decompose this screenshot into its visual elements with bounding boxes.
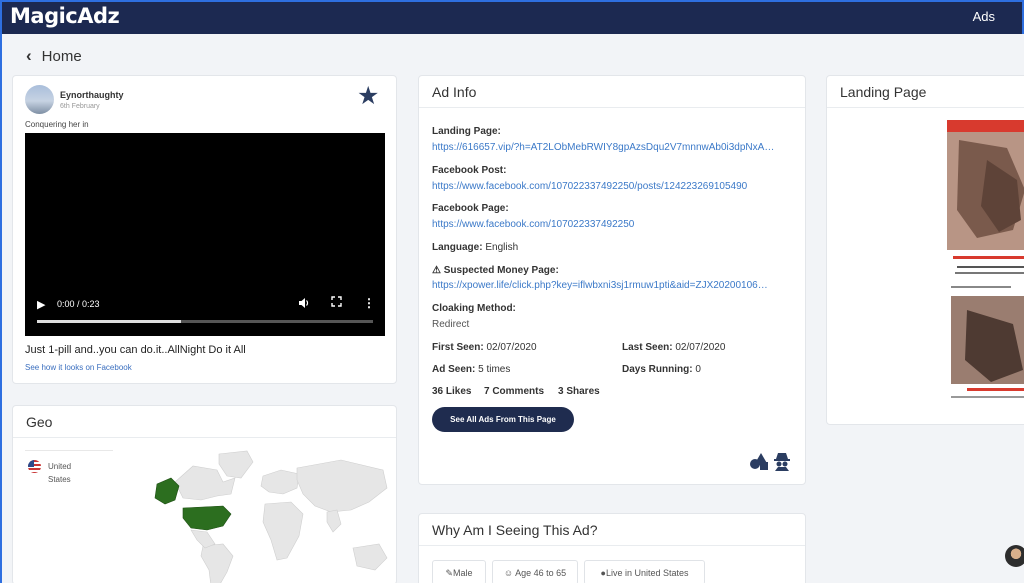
more-options-icon[interactable]: ⋮ [363,296,375,310]
money-page-link[interactable]: https://xpower.life/click.php?key=iflwbx… [432,280,794,291]
cloaking-value: Redirect [432,319,470,330]
days-running-value: 0 [695,364,701,375]
language-label: Language: [432,242,483,253]
ad-seen-row: Ad Seen: 5 times [432,364,510,375]
see-all-ads-button[interactable]: See All Ads From This Page [432,407,574,432]
us-flag-icon [28,460,41,473]
facebook-post-link[interactable]: https://www.facebook.com/107022337492250… [432,181,794,192]
person-icon: ☺ [503,568,514,578]
india-shape [326,509,342,533]
landing-page-link[interactable]: https://616657.vip/?h=AT2LObMebRWIY8gpAz… [432,142,794,153]
days-running-label: Days Running: [622,364,693,375]
comments-count: 7 Comments [484,386,545,397]
fullscreen-icon[interactable] [331,296,342,310]
money-page-label: Suspected Money Page: [443,265,559,276]
last-seen-label: Last Seen: [622,342,673,353]
video-player[interactable]: ▶ 0:00 / 0:23 ⋮ [25,133,385,336]
chip-age: ☺ Age 46 to 65 [492,560,578,583]
post-text: Just 1-pill and..you can do.it..AllNight… [25,344,246,356]
why-seeing-card: Why Am I Seeing This Ad? ✎Male ☺ Age 46 … [418,513,806,583]
facebook-page-label: Facebook Page: [432,203,509,214]
last-seen-value: 02/07/2020 [675,342,726,353]
facebook-preview-link[interactable]: See how it looks on Facebook [25,363,132,372]
frame-border [0,34,2,583]
last-seen-row: Last Seen: 02/07/2020 [622,342,725,353]
shapes-icon[interactable] [749,451,769,471]
language-value: English [485,242,519,253]
volume-icon[interactable] [298,297,310,312]
africa-shape [262,501,304,561]
landing-preview-image [947,120,1024,398]
spy-tools [749,451,792,471]
world-map[interactable] [131,448,393,583]
chip-location: ●Live in United States [584,560,705,583]
usa-shape [182,505,232,531]
divider [25,450,113,451]
video-time: 0:00 / 0:23 [57,299,100,309]
language-row: Language: English [432,242,518,253]
chip-gender-label: Male [453,568,473,578]
ad-info-card: Ad Info Landing Page: https://616657.vip… [418,75,806,485]
video-progress-track[interactable] [37,320,373,323]
ad-info-title: Ad Info [419,76,805,108]
play-icon[interactable]: ▶ [37,298,45,311]
facebook-post-label: Facebook Post: [432,165,507,176]
mexico-shape [190,529,216,549]
geo-card: Geo United States [12,405,397,583]
nav-ads-link[interactable]: Ads [973,9,995,24]
chip-gender: ✎Male [432,560,486,583]
geo-country: United States [48,462,72,484]
first-seen-label: First Seen: [432,342,484,353]
landing-page-card: Landing Page [826,75,1024,425]
breadcrumb[interactable]: ‹ Home [26,46,82,66]
post-card: Eynorthaughty 6th February ★ Conquering … [12,75,397,384]
first-seen-value: 02/07/2020 [486,342,537,353]
post-date: 6th February [60,103,100,110]
chip-age-label: Age 46 to 65 [515,568,567,578]
app-logo[interactable]: MagicAdz [10,4,120,28]
landing-page-screenshot[interactable] [947,120,1024,403]
landing-page-label: Landing Page: [432,126,501,137]
australia-shape [352,543,388,571]
post-author[interactable]: Eynorthaughty [60,90,124,100]
south-america-shape [200,543,234,583]
europe-shape [260,469,300,495]
asia-shape [296,459,388,513]
geo-title: Geo [13,406,396,438]
video-progress-fill [37,320,182,323]
days-running-row: Days Running: 0 [622,364,701,375]
chevron-left-icon: ‹ [26,46,32,65]
why-seeing-title: Why Am I Seeing This Ad? [419,514,805,546]
warning-icon: ⚠ [432,265,441,276]
ad-seen-value: 5 times [478,364,511,375]
breadcrumb-home[interactable]: Home [42,48,82,65]
facebook-page-link[interactable]: https://www.facebook.com/107022337492250 [432,219,794,230]
avatar [25,85,54,114]
avatar[interactable] [1005,545,1024,567]
post-caption: Conquering her in [25,120,89,129]
pencil-icon: ✎ [445,568,454,578]
favorite-star-icon[interactable]: ★ [357,84,379,109]
ad-seen-label: Ad Seen: [432,364,476,375]
greenland-shape [218,450,254,479]
cloaking-label: Cloaking Method: [432,303,516,314]
spy-icon[interactable] [772,451,792,471]
landing-page-title: Landing Page [827,76,1024,108]
chip-location-label: Live in United States [605,568,689,578]
first-seen-row: First Seen: 02/07/2020 [432,342,537,353]
likes-count: 36 Likes [432,386,472,397]
shares-count: 3 Shares [558,386,600,397]
top-bar: MagicAdz Ads [0,0,1024,34]
money-page-row: ⚠ Suspected Money Page: [432,265,559,276]
